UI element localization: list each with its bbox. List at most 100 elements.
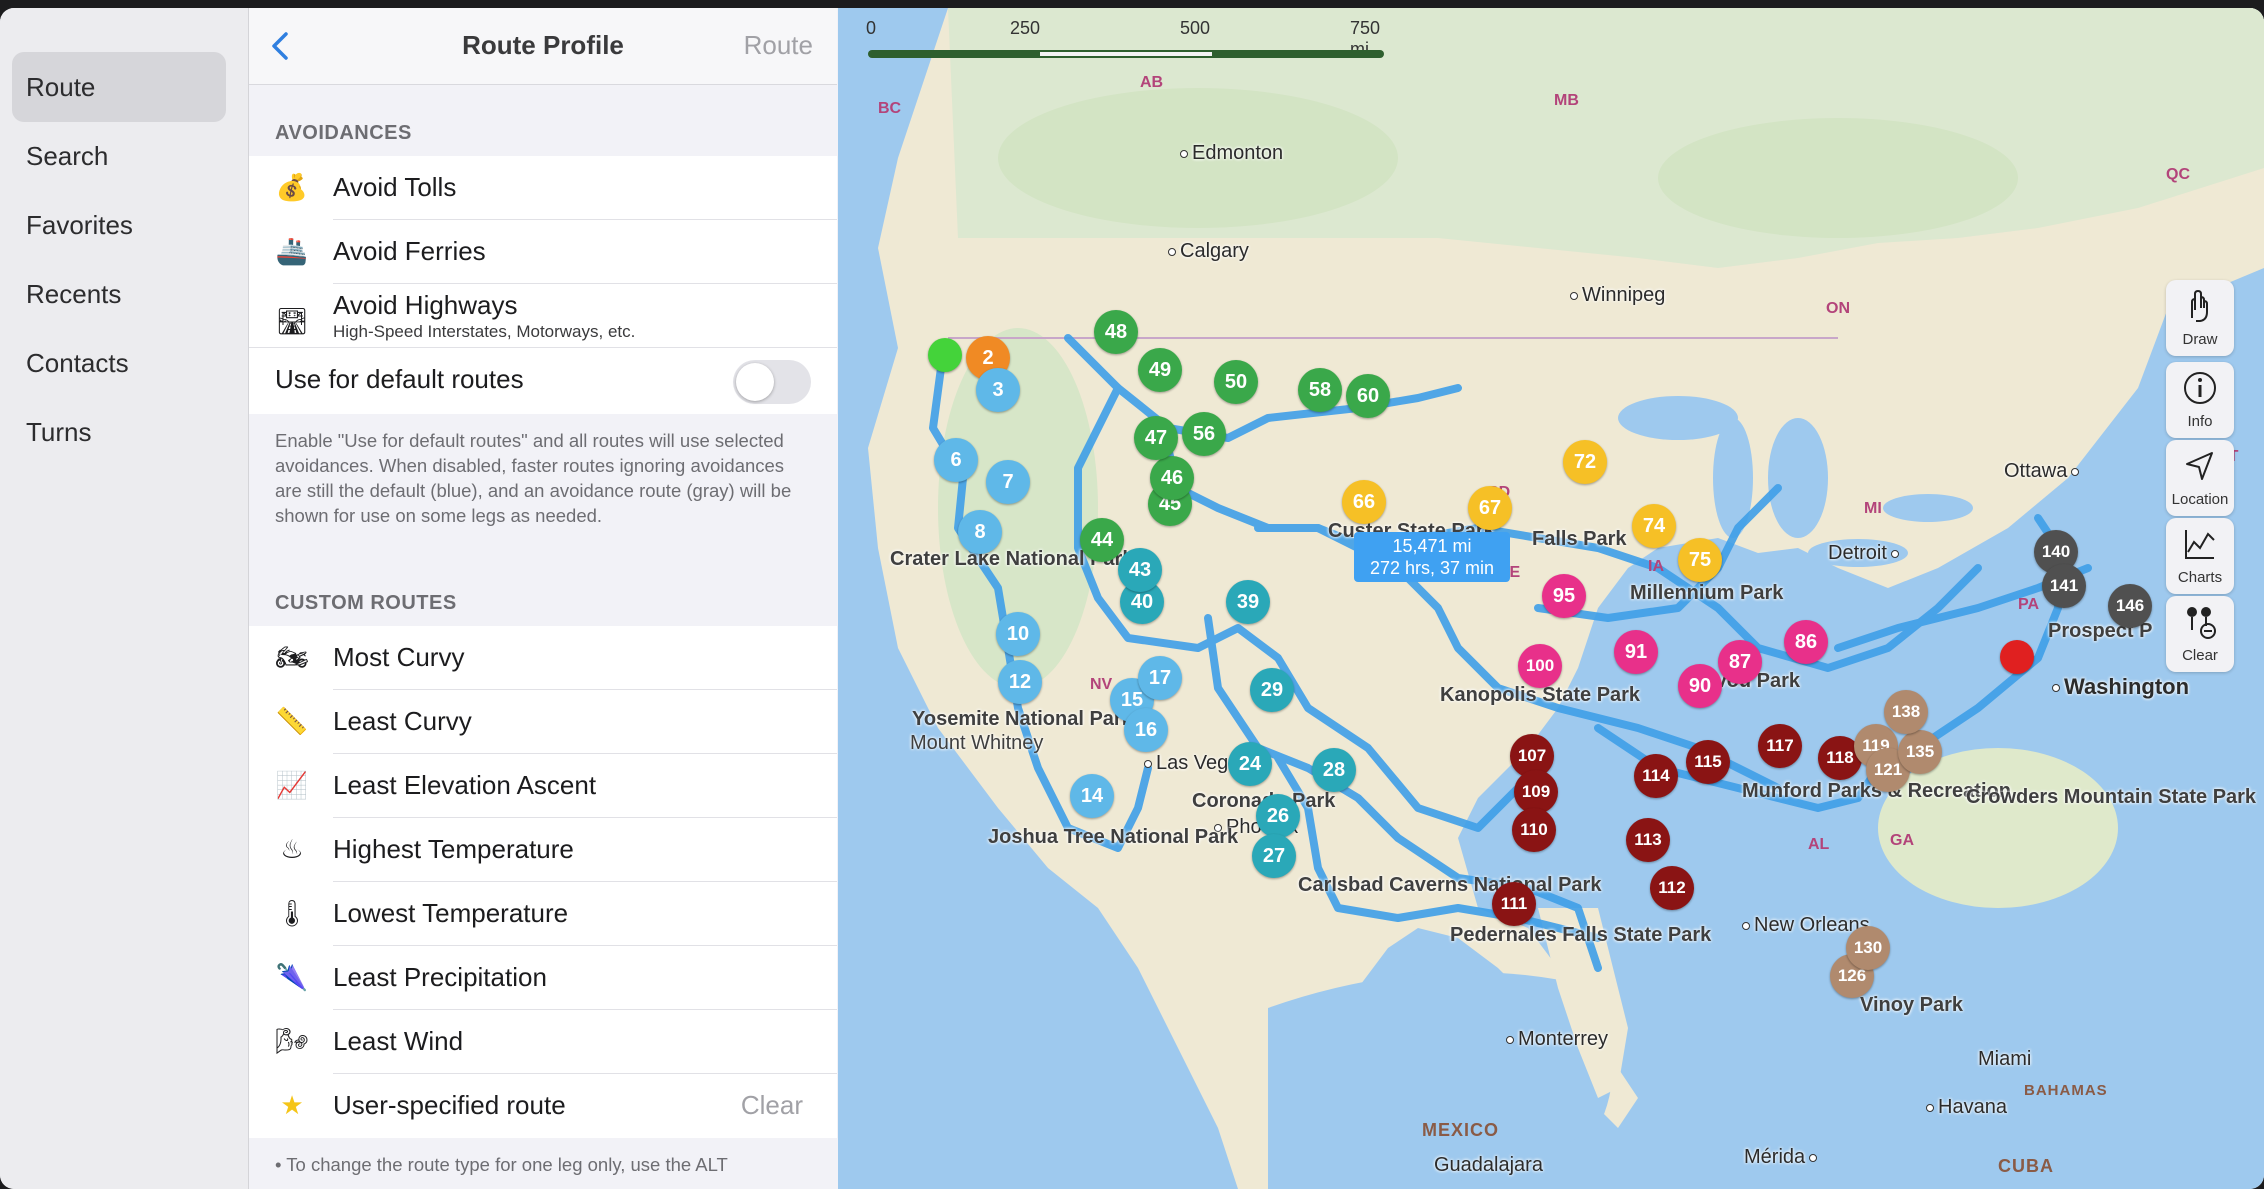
waypoint-pin-86[interactable]: 86 — [1784, 620, 1828, 664]
charts-tool-button[interactable]: Charts — [2166, 518, 2234, 594]
waypoint-pin-47[interactable]: 47 — [1134, 416, 1178, 460]
country-label: BAHAMAS — [2024, 1082, 2108, 1099]
region-label: MB — [1554, 92, 1579, 109]
avoid-highways-row[interactable]: 🛣 Avoid Highways High-Speed Interstates,… — [249, 284, 837, 348]
route-label: Least Curvy — [333, 706, 472, 736]
waypoint-pin-110[interactable]: 110 — [1512, 808, 1556, 852]
waypoint-pin-46[interactable]: 46 — [1150, 456, 1194, 500]
start-pin[interactable] — [928, 338, 962, 372]
waypoint-pin-10[interactable]: 10 — [996, 612, 1040, 656]
info-tool-button[interactable]: Info — [2166, 362, 2234, 438]
draw-tool-button[interactable]: Draw — [2166, 280, 2234, 356]
custom-routes-footnote: • To change the route type for one leg o… — [275, 1154, 728, 1175]
route-least-precipitation[interactable]: 🌂 Least Precipitation — [249, 946, 837, 1010]
waypoint-pin-16[interactable]: 16 — [1124, 708, 1168, 752]
waypoint-pin-112[interactable]: 112 — [1650, 866, 1694, 910]
route-highest-temperature[interactable]: ♨ Highest Temperature — [249, 818, 837, 882]
sidebar: Route Search Favorites Recents Contacts … — [0, 8, 249, 1189]
waypoint-pin-135[interactable]: 135 — [1898, 730, 1942, 774]
city-label: Guadalajara — [1434, 1154, 1543, 1176]
waypoint-pin-50[interactable]: 50 — [1214, 360, 1258, 404]
waypoint-pin-100[interactable]: 100 — [1518, 644, 1562, 688]
clear-user-route-button[interactable]: Clear — [741, 1090, 803, 1121]
waypoint-pin-17[interactable]: 17 — [1138, 656, 1182, 700]
waypoint-pin-48[interactable]: 48 — [1094, 310, 1138, 354]
default-routes-toggle[interactable] — [733, 360, 811, 404]
waypoint-pin-146[interactable]: 146 — [2108, 584, 2152, 628]
avoidances-group: 💰 Avoid Tolls 🚢 Avoid Ferries 🛣 Avoid Hi… — [249, 156, 837, 414]
waypoint-pin-39[interactable]: 39 — [1226, 580, 1270, 624]
sidebar-item-search[interactable]: Search — [12, 121, 226, 191]
waypoint-pin-114[interactable]: 114 — [1634, 754, 1678, 798]
waypoint-pin-72[interactable]: 72 — [1563, 440, 1607, 484]
country-label: CUBA — [1998, 1156, 2054, 1176]
waypoint-pin-3[interactable]: 3 — [976, 368, 1020, 412]
waypoint-pin-28[interactable]: 28 — [1312, 748, 1356, 792]
sidebar-item-favorites[interactable]: Favorites — [12, 190, 226, 260]
waypoint-pin-113[interactable]: 113 — [1626, 818, 1670, 862]
avoid-ferries-row[interactable]: 🚢 Avoid Ferries — [249, 220, 837, 284]
park-label: Pedernales Falls State Park — [1450, 924, 1712, 946]
waypoint-pin-115[interactable]: 115 — [1686, 740, 1730, 784]
city-label: Ottawa — [2004, 460, 2083, 483]
route-profile-panel: Route Profile Route AVOIDANCES 💰 Avoid T… — [249, 8, 837, 1189]
waypoint-pin-141[interactable]: 141 — [2042, 564, 2086, 608]
clear-tool-button[interactable]: Clear — [2166, 596, 2234, 672]
waypoint-pin-60[interactable]: 60 — [1346, 374, 1390, 418]
end-pin[interactable] — [2000, 640, 2034, 674]
region-label: IA — [1648, 558, 1664, 575]
sidebar-item-contacts[interactable]: Contacts — [12, 328, 226, 398]
waypoint-pin-117[interactable]: 117 — [1758, 724, 1802, 768]
waypoint-pin-56[interactable]: 56 — [1182, 412, 1226, 456]
waypoint-pin-74[interactable]: 74 — [1632, 504, 1676, 548]
route-user-specified[interactable]: ★ User-specified route Clear — [249, 1074, 837, 1138]
waypoint-pin-6[interactable]: 6 — [934, 438, 978, 482]
waypoint-pin-26[interactable]: 26 — [1256, 794, 1300, 838]
city-label: Mérida — [1744, 1146, 1821, 1169]
default-routes-label: Use for default routes — [275, 364, 524, 394]
waypoint-pin-14[interactable]: 14 — [1070, 774, 1114, 818]
waypoint-pin-90[interactable]: 90 — [1678, 664, 1722, 708]
route-least-curvy[interactable]: 📏 Least Curvy — [249, 690, 837, 754]
waypoint-pin-29[interactable]: 29 — [1250, 668, 1294, 712]
waypoint-pin-24[interactable]: 24 — [1228, 742, 1272, 786]
avoid-tolls-row[interactable]: 💰 Avoid Tolls — [249, 156, 837, 220]
money-bag-icon: 💰 — [275, 172, 309, 202]
waypoint-pin-75[interactable]: 75 — [1678, 538, 1722, 582]
waypoint-pin-44[interactable]: 44 — [1080, 518, 1124, 562]
route-nav-button[interactable]: Route — [744, 30, 813, 61]
waypoint-pin-58[interactable]: 58 — [1298, 368, 1342, 412]
waypoint-pin-130[interactable]: 130 — [1846, 926, 1890, 970]
waypoint-pin-43[interactable]: 43 — [1118, 548, 1162, 592]
route-least-elevation[interactable]: 📈 Least Elevation Ascent — [249, 754, 837, 818]
region-label: ON — [1826, 300, 1850, 317]
waypoint-pin-87[interactable]: 87 — [1718, 640, 1762, 684]
waypoint-pin-95[interactable]: 95 — [1542, 574, 1586, 618]
waypoint-pin-66[interactable]: 66 — [1342, 480, 1386, 524]
sidebar-item-route[interactable]: Route — [12, 52, 226, 122]
route-most-curvy[interactable]: 🏍 Most Curvy — [249, 626, 837, 690]
map-view[interactable]: 0 250 500 750 mi Edmonton Calgary Winnip… — [838, 8, 2264, 1189]
route-label: Highest Temperature — [333, 834, 574, 864]
waypoint-pin-8[interactable]: 8 — [958, 510, 1002, 554]
waypoint-pin-49[interactable]: 49 — [1138, 348, 1182, 392]
waypoint-pin-111[interactable]: 111 — [1492, 882, 1536, 926]
waypoint-pin-138[interactable]: 138 — [1884, 690, 1928, 734]
park-label: Crowders Mountain State Park — [1966, 786, 2257, 808]
sidebar-item-turns[interactable]: Turns — [12, 397, 226, 467]
route-lowest-temperature[interactable]: 🌡 Lowest Temperature — [249, 882, 837, 946]
route-least-wind[interactable]: 🌬 Least Wind — [249, 1010, 837, 1074]
hand-draw-icon — [2191, 289, 2208, 322]
route-summary-callout[interactable]: 15,471 mi 272 hrs, 37 min — [1354, 532, 1510, 582]
waypoint-pin-91[interactable]: 91 — [1614, 630, 1658, 674]
waypoint-pin-12[interactable]: 12 — [998, 660, 1042, 704]
route-distance: 15,471 mi — [1392, 536, 1472, 556]
route-label: Least Elevation Ascent — [333, 770, 597, 800]
avoidances-footnote: Enable "Use for default routes" and all … — [275, 430, 792, 526]
waypoint-pin-67[interactable]: 67 — [1468, 486, 1512, 530]
sidebar-item-recents[interactable]: Recents — [12, 259, 226, 329]
location-tool-button[interactable]: Location — [2166, 440, 2234, 516]
waypoint-pin-7[interactable]: 7 — [986, 460, 1030, 504]
route-duration: 272 hrs, 37 min — [1369, 558, 1495, 578]
waypoint-pin-27[interactable]: 27 — [1252, 834, 1296, 878]
